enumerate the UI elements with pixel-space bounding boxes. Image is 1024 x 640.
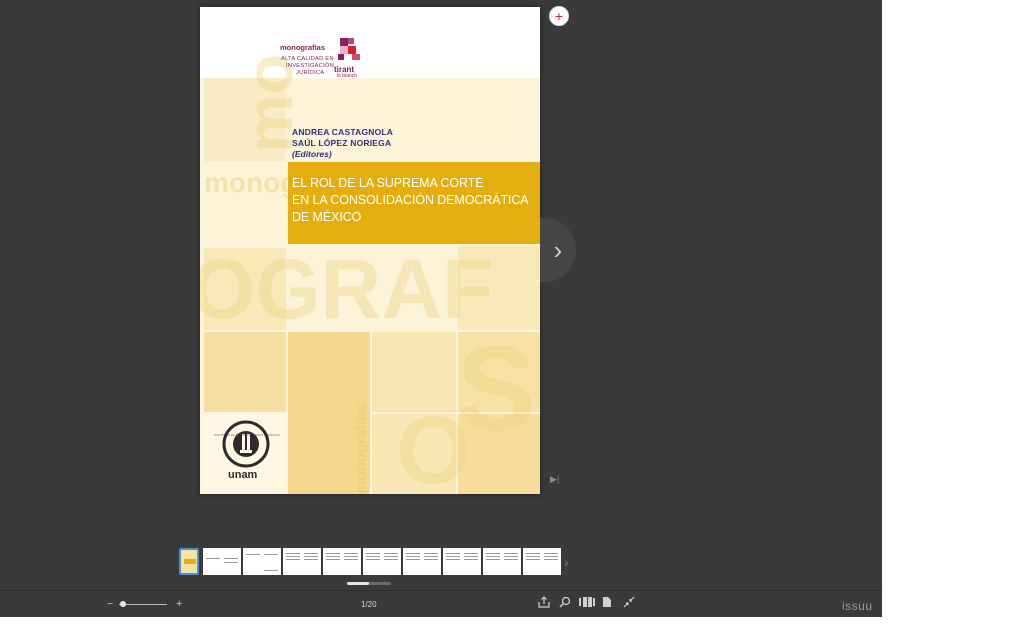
series-tagline: JURÍDICA <box>296 70 325 76</box>
fullscreen-exit-icon <box>623 596 635 608</box>
page-counter: 1/20 <box>361 600 377 609</box>
single-page-button[interactable] <box>602 596 612 611</box>
thumbnails-icon <box>579 597 595 607</box>
plus-circle-icon: + <box>554 8 564 24</box>
chevron-right-icon: › <box>564 554 569 570</box>
series-brand: monografías <box>280 43 326 52</box>
search-button[interactable] <box>559 596 571 611</box>
book-title-line: EN LA CONSOLIDACIÓN DEMOCRÁTICA <box>292 193 529 207</box>
book-title-line: EL ROL DE LA SUPREMA CORTE <box>292 176 484 190</box>
thumbnail[interactable] <box>443 548 481 575</box>
cover-watermark: monog <box>204 167 298 198</box>
zoom-out-button[interactable]: − <box>107 599 113 610</box>
publisher-sub: lo blanch <box>337 73 358 79</box>
thumbnail-cover[interactable] <box>179 548 199 575</box>
series-tagline: ALTA CALIDAD EN <box>281 56 334 62</box>
publisher-logo-icon <box>338 38 360 60</box>
skip-end-icon: ▶| <box>550 474 560 484</box>
thumbnail[interactable] <box>523 548 561 575</box>
last-page-button[interactable]: ▶| <box>550 474 559 485</box>
editor-name: SAÚL LÓPEZ NORIEGA <box>292 138 392 148</box>
unam-seal-text: INSTITUTO DE INVESTIGACIONES JURÍDICAS <box>214 433 280 437</box>
editors-note: (Editores) <box>292 149 332 159</box>
fullscreen-button[interactable] <box>623 596 635 611</box>
cover-tile <box>204 332 286 412</box>
document-viewer: mo monog OGRAF S O monografías ALTA CALI… <box>0 0 882 617</box>
thumbnail[interactable] <box>243 548 281 575</box>
unam-seal-icon <box>222 420 270 468</box>
thumbnail[interactable] <box>323 548 361 575</box>
share-icon <box>538 596 550 608</box>
thumbnail[interactable] <box>483 548 521 575</box>
thumbnail[interactable] <box>403 548 441 575</box>
editor-name: ANDREA CASTAGNOLA <box>292 127 394 137</box>
chevron-right-icon: › <box>553 234 563 265</box>
book-cover[interactable]: mo monog OGRAF S O monografías ALTA CALI… <box>200 7 540 494</box>
zoom-slider-handle[interactable] <box>120 601 126 607</box>
viewer-toolbar: − + 1/20 <box>0 590 882 617</box>
book-title-line: DE MÉXICO <box>292 210 362 224</box>
side-series-label: monografías <box>353 403 370 494</box>
thumbnails-button[interactable] <box>578 596 596 611</box>
zoom-in-button[interactable]: + <box>549 6 569 26</box>
zoom-in-toolbar-button[interactable]: + <box>176 598 182 610</box>
thumbnail[interactable] <box>203 548 241 575</box>
zoom-slider[interactable] <box>119 604 167 605</box>
next-page-button[interactable]: › <box>540 218 576 282</box>
cover-watermark: OGRAF <box>200 242 494 336</box>
single-page-icon <box>603 597 611 607</box>
cover-watermark: O <box>396 397 471 495</box>
series-tagline: INVESTIGACIÓN <box>286 63 335 69</box>
thumbnail-scrollbar-thumb[interactable] <box>347 582 369 585</box>
thumbnails-next-button[interactable]: › <box>564 554 569 570</box>
search-icon <box>559 596 571 608</box>
institution-name: unam <box>228 469 258 481</box>
thumbnail[interactable] <box>363 548 401 575</box>
share-button[interactable] <box>538 596 550 611</box>
cover-tile <box>458 78 540 160</box>
thumbnail[interactable] <box>283 548 321 575</box>
issuu-logo[interactable]: issuu <box>842 599 873 613</box>
